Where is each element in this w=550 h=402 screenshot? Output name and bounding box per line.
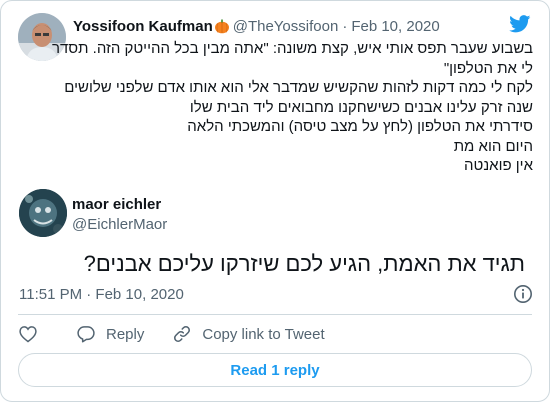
author-handle[interactable]: @EichlerMaor (72, 216, 167, 233)
author-name[interactable]: maor eichler (72, 196, 161, 213)
reply-label: Reply (106, 325, 145, 343)
divider (18, 314, 532, 315)
author-avatar[interactable] (19, 189, 67, 237)
quoted-line: בשבוע שעבר תפס אותי איש, קצת משונה: "אתה… (51, 40, 533, 57)
tweet-text: תגיד את האמת, הגיע לכם שיזרקו עליכם אבני… (83, 251, 525, 276)
read-replies-button[interactable]: Read 1 reply (18, 353, 532, 387)
like-button[interactable] (18, 324, 48, 344)
copy-link-button[interactable]: Copy link to Tweet (172, 324, 325, 344)
quoted-line: סידרתי את הטלפון (לחץ על מצב טיסה) והמשכ… (187, 118, 533, 135)
quoted-author-handle[interactable]: @TheYossifoon (233, 18, 339, 35)
twitter-bird-icon[interactable] (509, 15, 531, 33)
quoted-tweet-text: בשבוע שעבר תפס אותי איש, קצת משונה: "אתה… (51, 39, 533, 176)
pumpkin-emoji-icon (214, 18, 230, 34)
heart-icon (19, 326, 37, 343)
quoted-line: לי את הטלפון" (443, 59, 533, 77)
link-icon (174, 326, 191, 342)
info-icon[interactable] (513, 284, 533, 304)
header-separator: · (342, 17, 348, 35)
copy-link-label: Copy link to Tweet (202, 325, 325, 343)
action-bar: Reply Copy link to Tweet (18, 322, 353, 346)
reply-button[interactable]: Reply (76, 324, 144, 344)
quoted-line: לקח לי כמה דקות לזהות שהקשיש שמדבר אלי ה… (64, 79, 533, 96)
quoted-date[interactable]: Feb 10, 2020 (351, 18, 439, 35)
reply-icon (77, 326, 95, 343)
quoted-line: היום הוא מת (453, 137, 533, 155)
quoted-author-name[interactable]: Yossifoon Kaufman (73, 18, 213, 35)
quoted-line: שנה זרק עלינו אבנים כשישחקנו מחבואים ליד… (189, 98, 533, 116)
quoted-line: אין פואנטה (464, 157, 533, 174)
tweet-embed-card: Yossifoon Kaufman @TheYossifoon · Feb 10… (0, 0, 550, 402)
quoted-header: Yossifoon Kaufman @TheYossifoon · Feb 10… (73, 15, 440, 37)
tweet-timestamp[interactable]: 11:51 PM · Feb 10, 2020 (19, 286, 184, 303)
